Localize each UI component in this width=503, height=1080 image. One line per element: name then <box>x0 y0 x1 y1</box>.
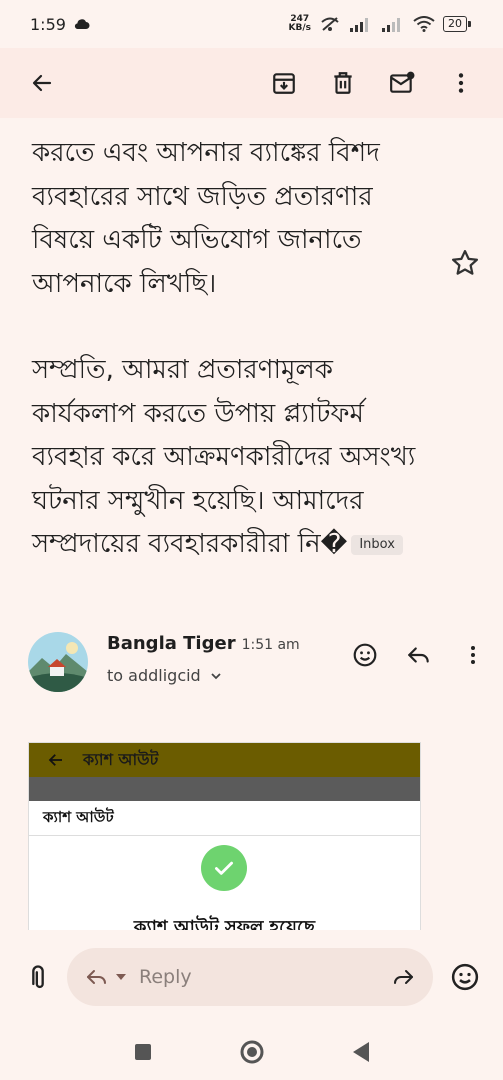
body-paragraph-1: করতে এবং আপনার ব্যাঙ্কের বিশদ ব্যবহারের … <box>32 138 380 299</box>
forward-icon[interactable] <box>391 965 415 989</box>
delete-button[interactable] <box>321 61 365 105</box>
bottom-compose-panel: Reply <box>0 930 503 1080</box>
arrow-back-icon <box>48 754 62 766</box>
status-bar: 1:59 247 KB/s 20 <box>0 0 503 48</box>
signal-icon <box>350 18 368 32</box>
home-circle-icon[interactable] <box>239 1039 265 1065</box>
chevron-down-icon <box>211 673 221 680</box>
reply-button[interactable] <box>404 640 434 670</box>
image-attachment[interactable]: ক্যাশ আউট ক্যাশ আউট ক্যাশ আউট সফল হয়েছে <box>28 742 421 934</box>
reply-icon <box>408 647 429 663</box>
mail-unread-icon <box>390 71 415 93</box>
more-vert-icon <box>458 73 464 93</box>
arrow-back-icon <box>32 74 52 92</box>
reply-icon <box>87 970 106 984</box>
message-time: 1:51 am <box>241 637 300 653</box>
email-body: করতে এবং আপনার ব্যাঙ্কের বিশদ ব্যবহারের … <box>32 132 442 610</box>
trash-icon <box>334 72 352 94</box>
avatar[interactable] <box>28 632 88 692</box>
reply-placeholder: Reply <box>139 966 192 988</box>
archive-button[interactable] <box>262 61 306 105</box>
recipient-text: to addligcid <box>107 666 201 685</box>
message-actions <box>350 640 488 670</box>
attachment-top-title: ক্যাশ আউট <box>83 749 159 769</box>
success-check-icon <box>201 845 247 891</box>
caret-down-icon[interactable] <box>115 973 127 981</box>
vowifi-icon <box>321 17 339 31</box>
recents-square-icon[interactable] <box>133 1042 153 1062</box>
recipient-toggle[interactable]: to addligcid <box>107 666 222 685</box>
more-options-button[interactable] <box>439 61 483 105</box>
system-nav-bar <box>0 1030 503 1074</box>
attachment-header-title: ক্যাশ আউট <box>29 801 420 836</box>
body-paragraph-2-text: সম্প্রতি, আমরা প্রতারণামূলক কার্যকলাপ কর… <box>32 355 416 559</box>
back-button[interactable] <box>20 61 64 105</box>
avatar-image <box>28 632 88 692</box>
emoji-icon <box>353 643 377 667</box>
inbox-label-chip[interactable]: Inbox <box>351 534 403 555</box>
paperclip-icon[interactable] <box>24 963 52 991</box>
react-button[interactable] <box>350 640 380 670</box>
email-toolbar <box>0 48 503 118</box>
reply-field[interactable]: Reply <box>67 948 433 1006</box>
emoji-icon[interactable] <box>450 962 480 992</box>
battery-indicator: 20 <box>443 16 471 32</box>
mark-unread-button[interactable] <box>380 61 424 105</box>
body-paragraph-2: সম্প্রতি, আমরা প্রতারণামূলক কার্যকলাপ কর… <box>32 349 442 567</box>
net-speed: 247 KB/s <box>288 14 311 33</box>
attachment-gray-band <box>29 777 420 801</box>
signal-icon-2 <box>382 18 400 32</box>
star-icon[interactable] <box>450 248 480 278</box>
back-triangle-icon[interactable] <box>351 1041 371 1063</box>
attachment-top-bar: ক্যাশ আউট <box>29 743 420 777</box>
more-vert-icon <box>471 646 475 664</box>
status-time: 1:59 <box>30 14 66 34</box>
message-header[interactable]: Bangla Tiger 1:51 am to addligcid <box>28 628 488 694</box>
sender-line: Bangla Tiger 1:51 am <box>107 633 300 654</box>
sender-name: Bangla Tiger <box>107 633 236 654</box>
cloud-icon <box>74 19 90 30</box>
archive-icon <box>273 73 295 94</box>
message-more-button[interactable] <box>458 640 488 670</box>
wifi-icon <box>413 16 435 32</box>
